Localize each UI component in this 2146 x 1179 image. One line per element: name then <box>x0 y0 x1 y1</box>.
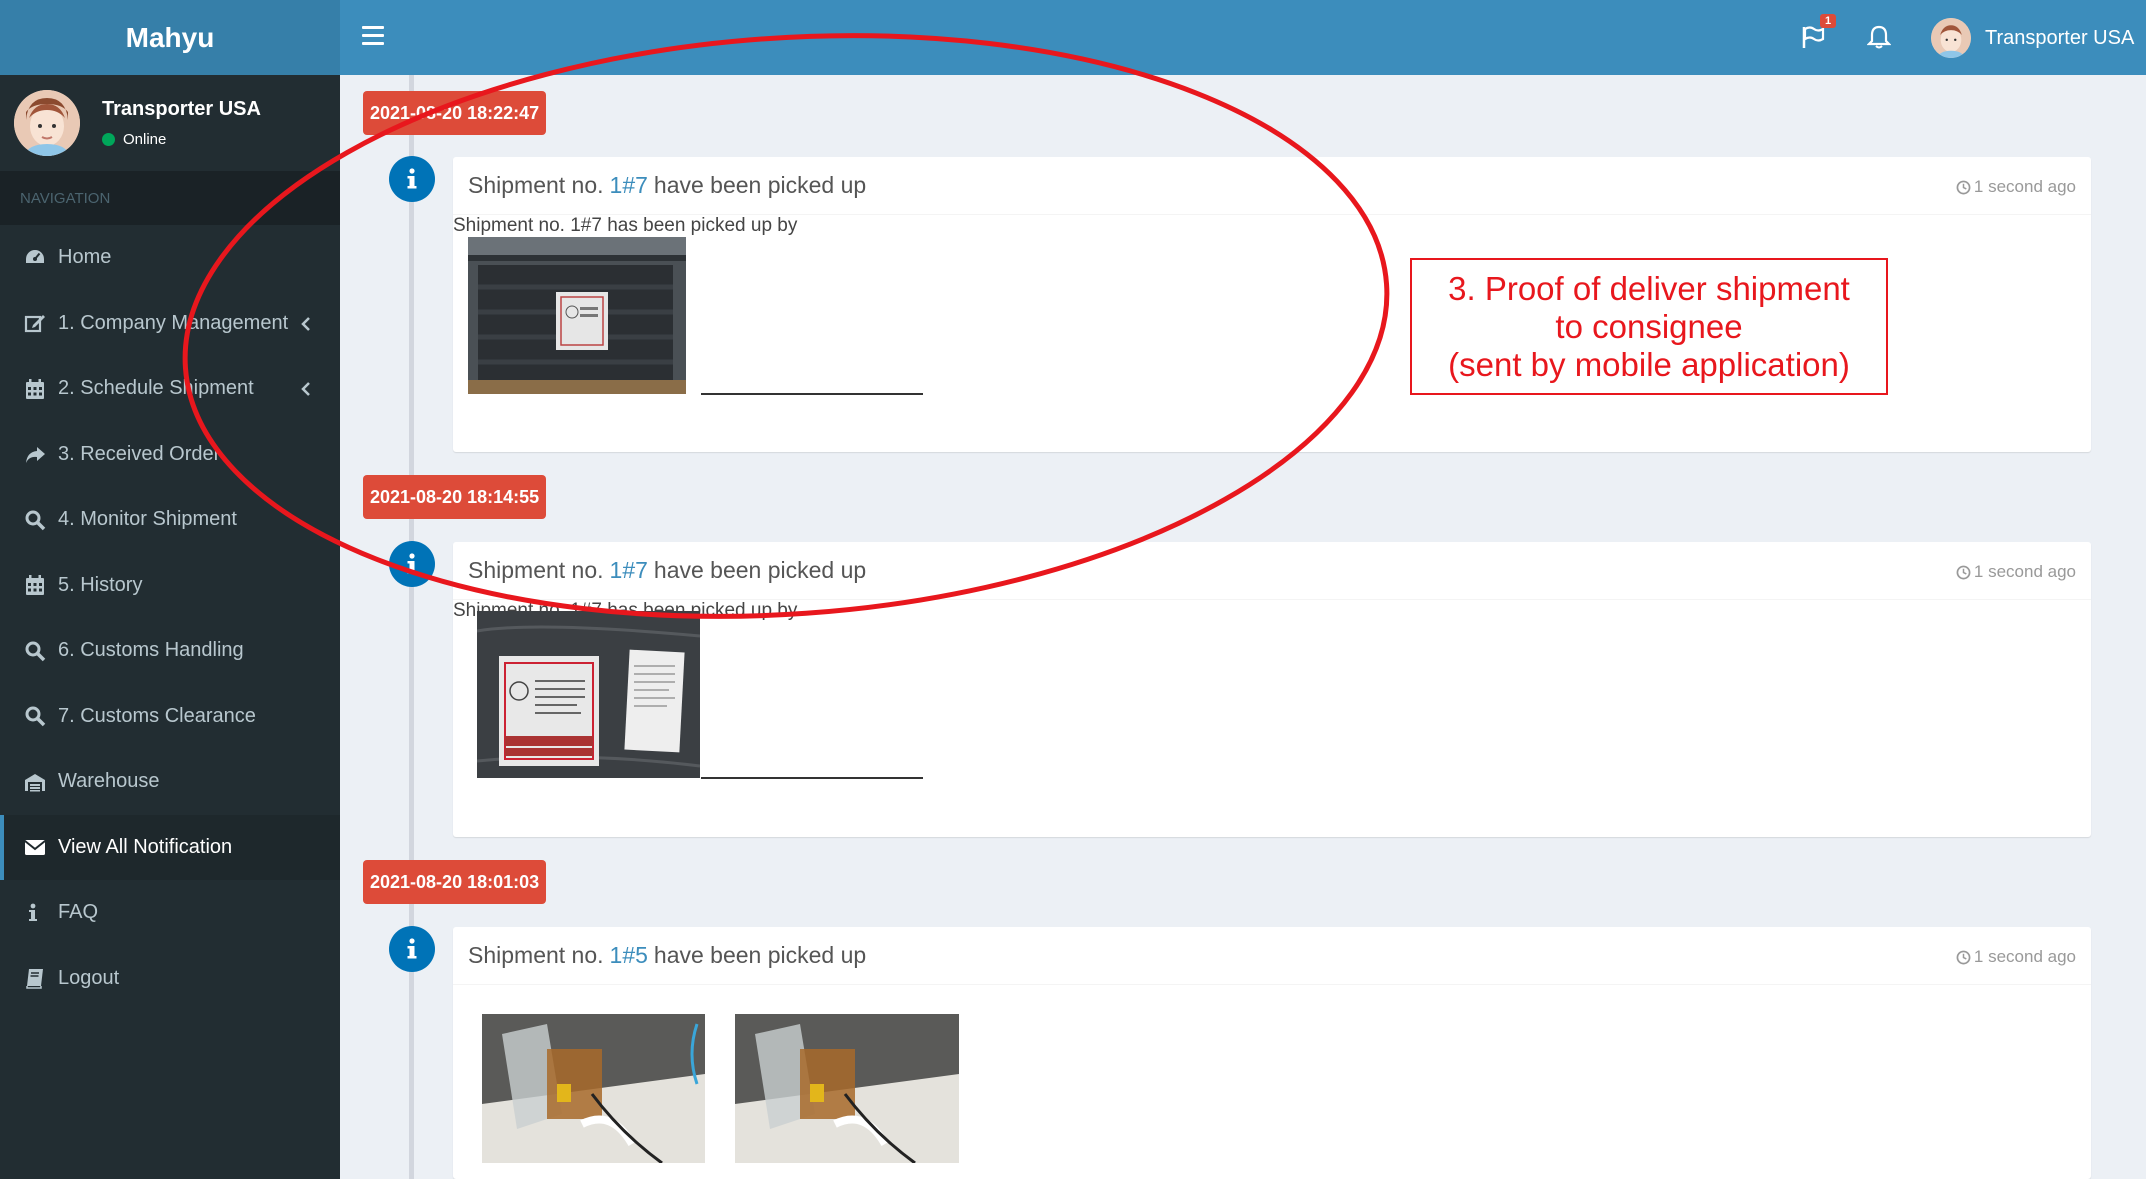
user-menu[interactable]: Transporter USA <box>1931 18 2134 58</box>
menu-toggle-icon[interactable] <box>362 26 384 46</box>
search-icon <box>23 704 47 728</box>
time-label: 2021-08-20 18:01:03 <box>363 860 547 904</box>
time-label: 2021-08-20 18:22:47 <box>363 91 547 135</box>
timeline-item: Shipment no. 1#7 have been picked up 1 s… <box>453 542 2091 837</box>
online-dot-icon <box>102 133 115 146</box>
bell-icon[interactable] <box>1866 24 1892 55</box>
avatar <box>1931 18 1971 58</box>
sidebar-item-label: 7. Customs Clearance <box>58 704 256 727</box>
sidebar-item-6-customs-handling[interactable]: 6. Customs Handling <box>0 618 340 684</box>
sidebar-item-7-customs-clearance[interactable]: 7. Customs Clearance <box>0 684 340 750</box>
app-logo[interactable]: Mahyu <box>0 0 340 75</box>
sidebar-item-label: Home <box>58 246 112 269</box>
time-label: 2021-08-20 18:14:55 <box>363 475 547 519</box>
timeline-item-header: Shipment no. 1#7 have been picked up 1 s… <box>453 542 2091 600</box>
sidebar-item-3-received-order[interactable]: 3. Received Order <box>0 422 340 488</box>
sidebar-nav: Home 1. Company Management 2. Schedule Shi… <box>0 225 340 1011</box>
shipment-prefix: Shipment no. <box>468 942 604 968</box>
annotation-box: 3. Proof of deliver shipment to consigne… <box>1410 258 1888 395</box>
calendar-icon <box>23 377 47 401</box>
shipment-photo[interactable] <box>735 1014 959 1163</box>
timeline-item-header: Shipment no. 1#7 have been picked up 1 s… <box>453 157 2091 215</box>
shipment-photo[interactable] <box>468 237 686 394</box>
sidebar-item-label: Logout <box>58 966 120 989</box>
shipment-link[interactable]: 1#5 <box>610 942 648 969</box>
user-status-label: Online <box>123 131 167 148</box>
sidebar-item-2-schedule-shipment[interactable]: 2. Schedule Shipment <box>0 356 340 422</box>
dashboard-icon <box>23 246 47 270</box>
time-ago: 1 second ago <box>1973 177 2076 196</box>
annotation-line: 3. Proof of deliver shipment <box>1448 269 1850 307</box>
sidebar-item-home[interactable]: Home <box>0 225 340 291</box>
shipment-photo[interactable] <box>477 611 700 778</box>
chevron-left-icon[interactable] <box>300 380 312 404</box>
shipment-link[interactable]: 1#7 <box>610 557 648 584</box>
sidebar-item-label: FAQ <box>58 901 99 924</box>
timestamp: 1 second ago <box>1956 562 2076 582</box>
shipment-link[interactable]: 1#7 <box>610 172 648 199</box>
annotation-line: (sent by mobile application) <box>1448 345 1850 383</box>
envelope-icon <box>23 835 47 859</box>
sidebar-item-label: 6. Customs Handling <box>58 639 244 662</box>
search-icon <box>23 508 47 532</box>
time-ago: 1 second ago <box>1973 562 2076 581</box>
shipment-prefix: Shipment no. <box>468 557 604 583</box>
nav-header: NAVIGATION <box>0 171 340 225</box>
shipment-photo-2[interactable] <box>701 393 923 395</box>
info-icon <box>389 156 435 202</box>
shipment-suffix: have been picked up <box>653 557 867 583</box>
calendar-icon <box>23 573 47 597</box>
sidebar-item-label: Warehouse <box>58 770 160 793</box>
timestamp: 1 second ago <box>1956 177 2076 197</box>
sidebar-item-1-company-management[interactable]: 1. Company Management <box>0 291 340 357</box>
timeline-line <box>409 75 414 1179</box>
shipment-suffix: have been picked up <box>653 172 867 198</box>
info-icon <box>389 541 435 587</box>
sidebar-item-label: 5. History <box>58 573 143 596</box>
sidebar-item-5-history[interactable]: 5. History <box>0 553 340 619</box>
user-name: Transporter USA <box>102 98 261 120</box>
timeline-item-header: Shipment no. 1#5 have been picked up 1 s… <box>453 927 2091 985</box>
shipment-prefix: Shipment no. <box>468 172 604 198</box>
warehouse-icon <box>23 770 47 794</box>
shipment-suffix: have been picked up <box>653 942 867 968</box>
edit-icon <box>23 311 47 335</box>
notification-badge: 1 <box>1820 14 1837 28</box>
clock-icon <box>1956 950 1971 964</box>
sidebar-item-faq[interactable]: FAQ <box>0 880 340 946</box>
shipment-photo[interactable] <box>482 1014 705 1163</box>
topbar: 1 Transporter USA <box>340 0 2146 75</box>
top-user-name: Transporter USA <box>1985 26 2135 49</box>
flag-icon[interactable]: 1 <box>1800 14 1837 55</box>
clock-icon <box>1956 180 1971 194</box>
timestamp: 1 second ago <box>1956 947 2076 967</box>
shipment-photo-2[interactable] <box>701 777 923 779</box>
timeline-item: Shipment no. 1#5 have been picked up 1 s… <box>453 927 2091 1179</box>
sidebar-item-label: 1. Company Management <box>58 311 289 334</box>
sidebar-item-logout[interactable]: Logout <box>0 946 340 1012</box>
sidebar-item-warehouse[interactable]: Warehouse <box>0 749 340 815</box>
annotation-line: to consignee <box>1555 307 1743 345</box>
search-icon <box>23 639 47 663</box>
avatar <box>14 90 80 156</box>
user-panel: Transporter USA Online <box>0 75 340 171</box>
clock-icon <box>1956 565 1971 579</box>
sidebar-item-label: View All Notification <box>58 835 233 858</box>
book-icon <box>23 966 47 990</box>
info-icon <box>389 926 435 972</box>
timeline-caption: Shipment no. 1#7 has been picked up by <box>453 215 798 236</box>
share-icon <box>23 442 47 466</box>
user-status: Online <box>102 131 261 148</box>
sidebar-item-label: 4. Monitor Shipment <box>58 508 237 531</box>
info-icon <box>23 901 47 925</box>
chevron-left-icon[interactable] <box>300 315 312 339</box>
time-ago: 1 second ago <box>1973 947 2076 966</box>
sidebar-item-label: 3. Received Order <box>58 442 221 465</box>
sidebar: Mahyu Transporter USA Online NAVIGATION … <box>0 0 340 1179</box>
sidebar-item-label: 2. Schedule Shipment <box>58 377 254 400</box>
sidebar-item-view-all-notification[interactable]: View All Notification <box>0 814 340 880</box>
sidebar-item-4-monitor-shipment[interactable]: 4. Monitor Shipment <box>0 487 340 553</box>
